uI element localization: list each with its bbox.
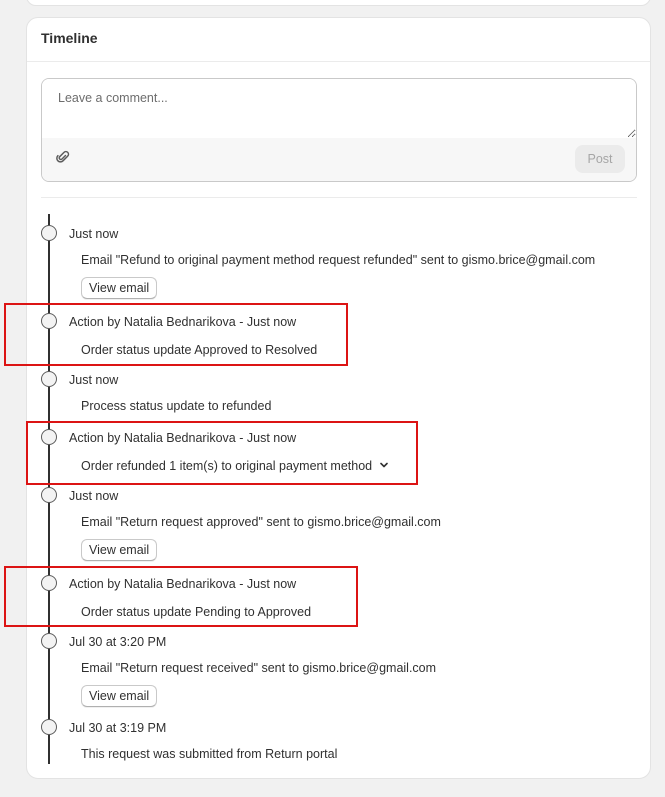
event-detail: Order status update Pending to Approved (81, 605, 312, 619)
timeline-dot (41, 371, 57, 387)
divider (41, 197, 637, 198)
view-email-button[interactable]: View email (81, 685, 158, 707)
paperclip-icon[interactable] (56, 149, 72, 165)
event-detail: Email "Return request approved" sent to … (81, 515, 441, 529)
event-time: Just now (69, 373, 119, 387)
previous-card-edge (26, 0, 651, 6)
event-detail-row: Order refunded 1 item(s) to original pay… (81, 459, 390, 473)
event-detail: Order status update Approved to Resolved (81, 343, 318, 357)
timeline-dot (41, 633, 57, 649)
event-detail: Process status update to refunded (81, 399, 272, 413)
event-time: Action by Natalia Bednarikova - Just now (69, 431, 297, 445)
timeline-dot (41, 719, 57, 735)
timeline-title: Timeline (41, 30, 98, 46)
timeline-dot (41, 429, 57, 445)
event-time: Jul 30 at 3:19 PM (69, 721, 167, 735)
post-button[interactable]: Post (575, 145, 625, 173)
timeline-dot (41, 313, 57, 329)
comment-input[interactable] (42, 79, 636, 138)
event-detail: Email "Return request received" sent to … (81, 661, 437, 675)
timeline-card: Timeline Post Just now Email "Refund to … (26, 17, 651, 779)
timeline-dot (41, 487, 57, 503)
view-email-button[interactable]: View email (81, 277, 158, 299)
event-time: Action by Natalia Bednarikova - Just now (69, 577, 297, 591)
event-time: Jul 30 at 3:20 PM (69, 635, 167, 649)
timeline-dot (41, 225, 57, 241)
event-detail: This request was submitted from Return p… (81, 747, 338, 761)
event-detail: Email "Refund to original payment method… (81, 253, 596, 267)
view-email-button[interactable]: View email (81, 539, 158, 561)
event-time: Action by Natalia Bednarikova - Just now (69, 315, 297, 329)
event-detail: Order refunded 1 item(s) to original pay… (81, 459, 373, 473)
comment-box: Post (41, 78, 637, 182)
event-time: Just now (69, 489, 119, 503)
timeline-dot (41, 575, 57, 591)
event-time: Just now (69, 227, 119, 241)
divider (27, 61, 650, 62)
comment-toolbar: Post (42, 138, 636, 181)
chevron-down-icon[interactable] (378, 459, 390, 471)
